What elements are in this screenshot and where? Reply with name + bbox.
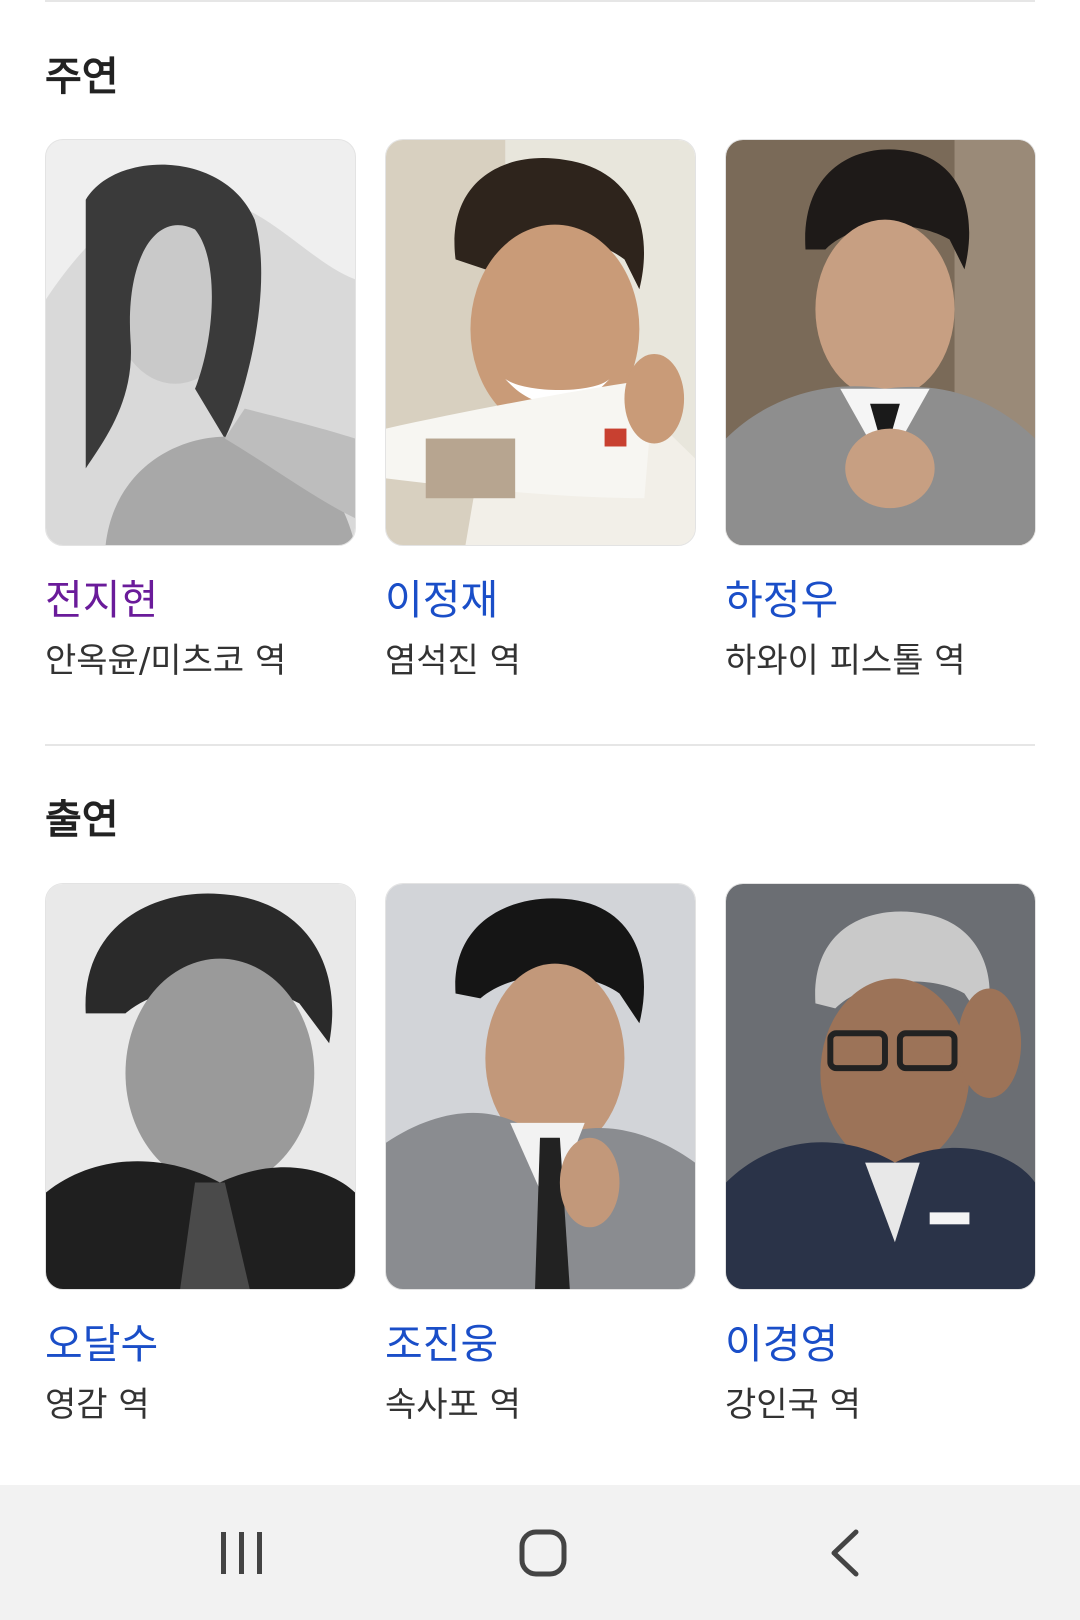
section-divider xyxy=(45,744,1035,746)
cast-card[interactable]: 오달수 영감 역 xyxy=(45,883,356,1427)
home-button[interactable] xyxy=(483,1505,603,1605)
actor-photo[interactable] xyxy=(725,139,1036,546)
actor-name-link[interactable]: 이정재 xyxy=(385,576,696,625)
role-label: 영감 역 xyxy=(45,1385,150,1426)
role-label: 속사포 역 xyxy=(385,1385,521,1426)
actor-photo[interactable] xyxy=(725,883,1036,1290)
role-label: 강인국 역 xyxy=(725,1385,861,1426)
cast-card[interactable]: 이정재 염석진 역 xyxy=(385,139,696,683)
recent-apps-button[interactable] xyxy=(182,1505,302,1605)
actor-photo[interactable] xyxy=(385,883,696,1290)
cast-grid: 전지현 안옥윤/미츠코 역 이정재 염석진 역 하정우 하와이 피스톨 역 xyxy=(45,139,1036,683)
actor-name-link[interactable]: 이경영 xyxy=(725,1320,1036,1369)
top-divider xyxy=(45,0,1035,2)
actor-photo[interactable] xyxy=(385,139,696,546)
section-title: 주연 xyxy=(45,54,119,100)
actor-name-link[interactable]: 하정우 xyxy=(725,576,1036,625)
role-label: 안옥윤/미츠코 역 xyxy=(45,641,287,682)
system-navigation-bar xyxy=(0,1485,1080,1620)
role-label: 하와이 피스톨 역 xyxy=(725,641,966,682)
home-icon xyxy=(518,1528,568,1582)
cast-card[interactable]: 이경영 강인국 역 xyxy=(725,883,1036,1427)
cast-card[interactable]: 하정우 하와이 피스톨 역 xyxy=(725,139,1036,683)
role-label: 염석진 역 xyxy=(385,641,521,682)
cast-grid: 오달수 영감 역 조진웅 속사포 역 이경영 강인국 역 xyxy=(45,883,1036,1427)
actor-photo[interactable] xyxy=(45,883,356,1290)
back-button[interactable] xyxy=(786,1505,906,1605)
recent-apps-icon xyxy=(217,1530,267,1580)
actor-name-link[interactable]: 전지현 xyxy=(45,576,356,625)
section-title: 출연 xyxy=(45,797,119,843)
cast-card[interactable]: 전지현 안옥윤/미츠코 역 xyxy=(45,139,356,683)
actor-name-link[interactable]: 조진웅 xyxy=(385,1320,696,1369)
back-icon xyxy=(826,1528,866,1582)
actor-name-link[interactable]: 오달수 xyxy=(45,1320,356,1369)
actor-photo[interactable] xyxy=(45,139,356,546)
cast-card[interactable]: 조진웅 속사포 역 xyxy=(385,883,696,1427)
